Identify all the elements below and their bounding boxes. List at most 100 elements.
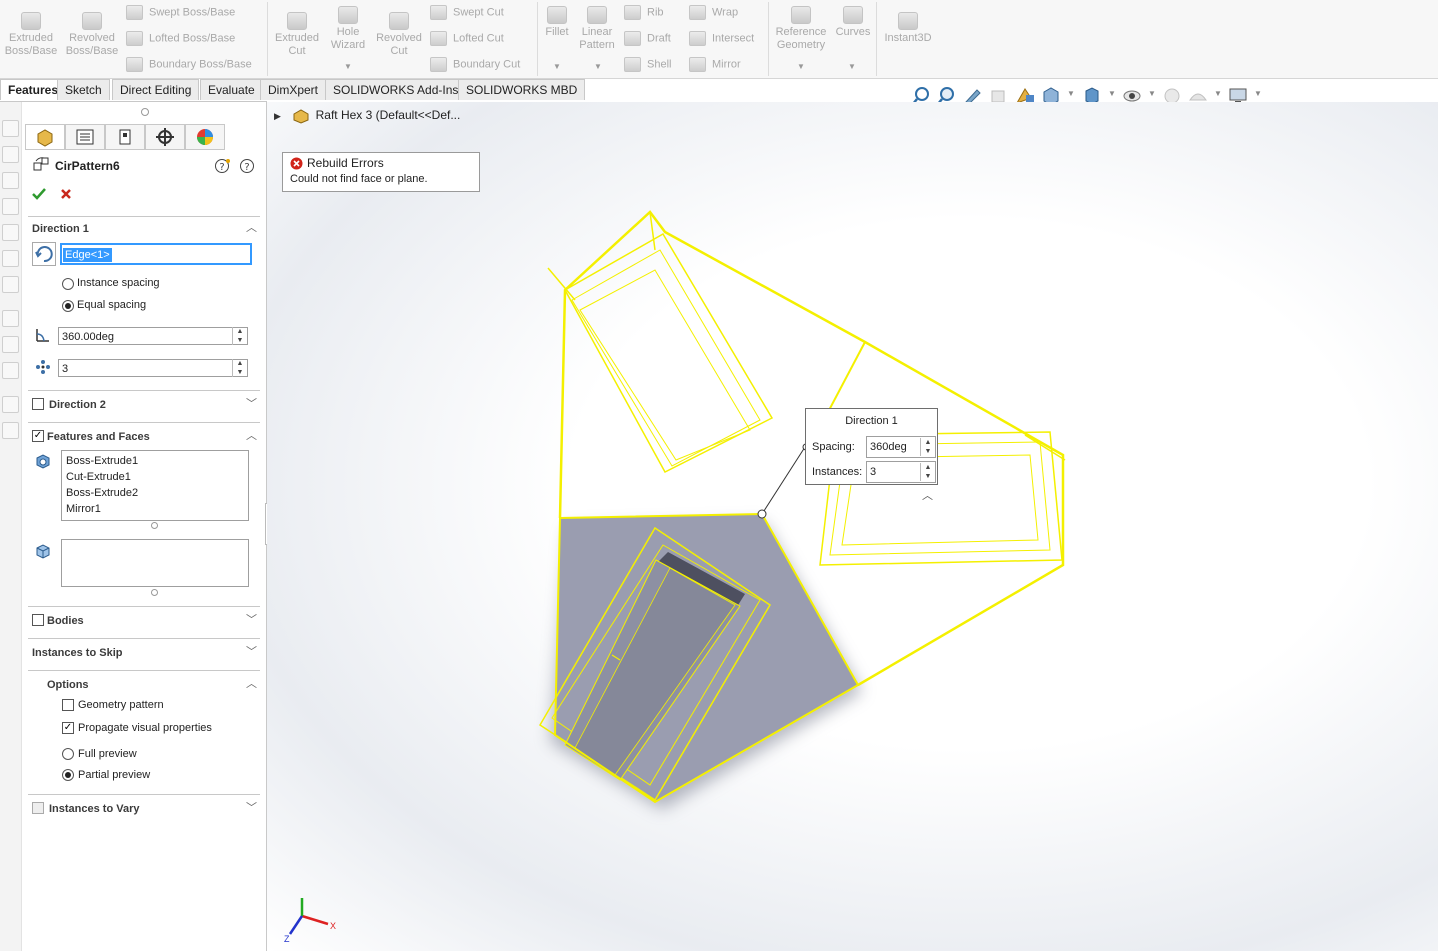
revolved-cut-button[interactable]: Revolved Cut: [374, 12, 424, 58]
strip-feature-icon[interactable]: [2, 198, 19, 215]
reference-geometry-dropdown-icon[interactable]: ▼: [797, 62, 805, 71]
lofted-cut-button[interactable]: Lofted Cut: [430, 31, 504, 46]
strip-feature-icon[interactable]: [2, 146, 19, 163]
direction2-checkbox[interactable]: [32, 398, 44, 410]
revolved-boss-button[interactable]: Revolved Boss/Base: [64, 12, 120, 58]
instances-field[interactable]: 3: [58, 359, 248, 377]
view-orientation-dropdown-icon[interactable]: ▼: [1067, 89, 1075, 98]
tab-dimxpert[interactable]: DimXpert: [260, 79, 327, 100]
spin-down-icon[interactable]: ▼: [921, 472, 935, 481]
bodies-checkbox[interactable]: [32, 614, 44, 626]
list-item[interactable]: Cut-Extrude1: [62, 469, 248, 485]
strip-feature-icon[interactable]: [2, 362, 19, 379]
geometry-pattern-checkbox[interactable]: [62, 699, 74, 711]
extruded-boss-button[interactable]: Extruded Boss/Base: [3, 12, 59, 58]
features-and-faces-checkbox[interactable]: ✓: [32, 430, 44, 442]
spin-up-icon[interactable]: ▲: [921, 438, 935, 447]
list-item[interactable]: Mirror1: [62, 501, 248, 517]
panel-splitter-handle[interactable]: [141, 108, 149, 116]
boundary-cut-button[interactable]: Boundary Cut: [430, 57, 520, 72]
list-resize-handle[interactable]: [151, 522, 158, 529]
intersect-button[interactable]: Intersect: [689, 31, 754, 46]
list-resize-handle[interactable]: [151, 589, 158, 596]
tab-sketch[interactable]: Sketch: [57, 79, 110, 100]
pattern-axis-icon[interactable]: [32, 242, 56, 266]
partial-preview-radio[interactable]: [62, 769, 74, 781]
tab-solidworks-add-ins[interactable]: SOLIDWORKS Add-Ins: [325, 79, 467, 100]
lofted-boss-button[interactable]: Lofted Boss/Base: [126, 31, 235, 46]
whats-wrong-icon[interactable]: ?: [214, 158, 230, 174]
spin-up-icon[interactable]: ▲: [921, 463, 935, 472]
display-style-dropdown-icon[interactable]: ▼: [1108, 89, 1116, 98]
expand-chevron-icon[interactable]: ﹀: [246, 647, 257, 658]
collapse-chevron-icon[interactable]: ︿: [246, 679, 257, 690]
callout-instances-spinner[interactable]: ▲ ▼: [920, 463, 935, 481]
tab-direct-editing[interactable]: Direct Editing: [112, 79, 200, 100]
tab-display-manager[interactable]: [185, 124, 225, 150]
hide-show-dropdown-icon[interactable]: ▼: [1148, 89, 1156, 98]
collapse-chevron-icon[interactable]: ︿: [246, 223, 257, 234]
swept-boss-button[interactable]: Swept Boss/Base: [126, 5, 235, 20]
strip-feature-icon[interactable]: [2, 276, 19, 293]
tab-feature-manager[interactable]: [25, 124, 65, 150]
list-item[interactable]: Boss-Extrude2: [62, 485, 248, 501]
mirror-button[interactable]: Mirror: [689, 57, 741, 72]
fillet-button[interactable]: Fillet: [541, 6, 573, 39]
strip-feature-icon[interactable]: [2, 310, 19, 327]
rib-button[interactable]: Rib: [624, 5, 664, 20]
spin-up-icon[interactable]: ▲: [233, 327, 247, 336]
strip-feature-icon[interactable]: [2, 422, 19, 439]
fillet-dropdown-icon[interactable]: ▼: [553, 62, 561, 71]
apply-scene-dropdown-icon[interactable]: ▼: [1214, 89, 1222, 98]
callout-spacing-spinner[interactable]: ▲ ▼: [920, 438, 935, 456]
spin-up-icon[interactable]: ▲: [233, 359, 247, 368]
list-item[interactable]: Boss-Extrude1: [62, 453, 248, 469]
strip-feature-icon[interactable]: [2, 396, 19, 413]
strip-feature-icon[interactable]: [2, 250, 19, 267]
shell-button[interactable]: Shell: [624, 57, 671, 72]
curves-button[interactable]: Curves: [834, 6, 872, 39]
tab-dimxpert-manager[interactable]: [145, 124, 185, 150]
expand-chevron-icon[interactable]: ﹀: [246, 399, 257, 410]
ok-checkmark-icon[interactable]: [31, 186, 47, 202]
hole-wizard-button[interactable]: Hole Wizard: [325, 6, 371, 52]
swept-cut-button[interactable]: Swept Cut: [430, 5, 504, 20]
spin-down-icon[interactable]: ▼: [233, 368, 247, 377]
strip-feature-icon[interactable]: [2, 120, 19, 137]
hole-wizard-dropdown-icon[interactable]: ▼: [344, 62, 352, 71]
instant3d-button[interactable]: Instant3D: [880, 12, 936, 45]
equal-spacing-radio[interactable]: [62, 300, 74, 312]
spin-down-icon[interactable]: ▼: [921, 447, 935, 456]
boundary-boss-button[interactable]: Boundary Boss/Base: [126, 57, 252, 72]
collapse-chevron-icon[interactable]: ︿: [246, 431, 257, 442]
instances-to-vary-checkbox[interactable]: [32, 802, 44, 814]
draft-button[interactable]: Draft: [624, 31, 671, 46]
strip-feature-icon[interactable]: [2, 336, 19, 353]
tab-evaluate[interactable]: Evaluate: [200, 79, 263, 100]
tab-configuration-manager[interactable]: [105, 124, 145, 150]
strip-feature-icon[interactable]: [2, 224, 19, 241]
curves-dropdown-icon[interactable]: ▼: [848, 62, 856, 71]
pattern-axis-field[interactable]: Edge<1>: [60, 243, 252, 265]
reference-geometry-button[interactable]: Reference Geometry: [772, 6, 830, 52]
expand-chevron-icon[interactable]: ﹀: [246, 615, 257, 626]
instances-spinner[interactable]: ▲ ▼: [232, 359, 247, 377]
tab-solidworks-mbd[interactable]: SOLIDWORKS MBD: [458, 79, 586, 100]
callout-collapse-chevron-icon[interactable]: ︿: [922, 487, 933, 503]
cancel-x-icon[interactable]: [58, 186, 74, 202]
angle-field[interactable]: 360.00deg: [58, 327, 248, 345]
spin-down-icon[interactable]: ▼: [233, 336, 247, 345]
linear-pattern-dropdown-icon[interactable]: ▼: [594, 62, 602, 71]
help-icon[interactable]: ?: [239, 158, 255, 174]
pattern-handle-icon[interactable]: [757, 509, 767, 519]
propagate-visual-checkbox[interactable]: ✓: [62, 722, 74, 734]
direction1-callout[interactable]: Direction 1 Spacing: 360deg ▲ ▼ Instances…: [805, 408, 938, 485]
instance-spacing-radio[interactable]: [62, 278, 74, 290]
linear-pattern-button[interactable]: Linear Pattern: [576, 6, 618, 52]
view-settings-dropdown-icon[interactable]: ▼: [1254, 89, 1262, 98]
extruded-cut-button[interactable]: Extruded Cut: [272, 12, 322, 58]
strip-feature-icon[interactable]: [2, 172, 19, 189]
tab-property-manager[interactable]: [65, 124, 105, 150]
faces-list[interactable]: [61, 539, 249, 587]
expand-chevron-icon[interactable]: ﹀: [246, 803, 257, 814]
